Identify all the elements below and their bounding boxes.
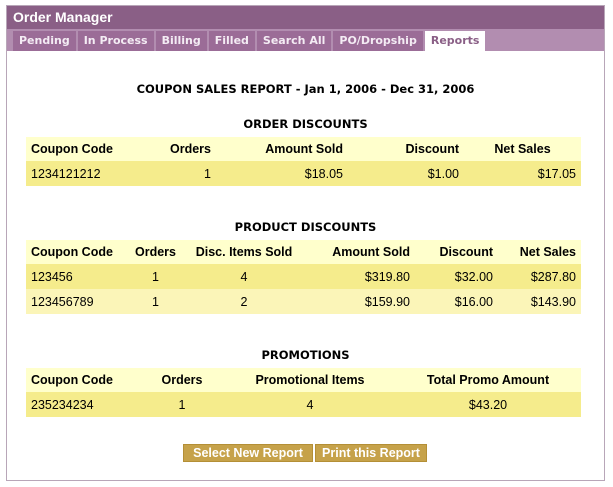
product-discounts-table: Coupon Code Orders Disc. Items Sold Amou… (26, 240, 581, 314)
column-header: Promotional Items (225, 368, 395, 392)
column-header: Coupon Code (26, 240, 128, 264)
net-sales-cell: $287.80 (498, 264, 581, 289)
total-promo-amount-cell: $43.20 (395, 392, 581, 417)
column-header: Orders (139, 368, 225, 392)
print-report-button[interactable]: Print this Report (315, 444, 427, 462)
tab-in-process[interactable]: In Process (77, 31, 154, 51)
promotional-items-cell: 4 (225, 392, 395, 417)
column-header: Net Sales (464, 137, 581, 161)
coupon-code-cell: 235234234 (26, 392, 139, 417)
disc-items-sold-cell: 4 (183, 264, 305, 289)
coupon-code-cell: 1234121212 (26, 161, 159, 186)
amount-sold-cell: $159.90 (305, 289, 415, 314)
table-header-row: Coupon Code Orders Disc. Items Sold Amou… (26, 240, 581, 264)
coupon-code-cell: 123456 (26, 264, 128, 289)
window-title: Order Manager (7, 6, 604, 29)
column-header: Total Promo Amount (395, 368, 581, 392)
amount-sold-cell: $319.80 (305, 264, 415, 289)
orders-cell: 1 (128, 264, 183, 289)
discount-cell: $32.00 (415, 264, 498, 289)
report-title: COUPON SALES REPORT - Jan 1, 2006 - Dec … (136, 82, 475, 96)
table-header-row: Coupon Code Orders Promotional Items Tot… (26, 368, 581, 392)
promotions-table: Coupon Code Orders Promotional Items Tot… (26, 368, 581, 417)
tab-pending[interactable]: Pending (13, 31, 76, 51)
orders-cell: 1 (159, 161, 216, 186)
column-header: Discount (415, 240, 498, 264)
column-header: Coupon Code (26, 137, 159, 161)
tab-reports[interactable]: Reports (424, 31, 486, 52)
tab-filled[interactable]: Filled (208, 31, 255, 51)
column-header: Orders (128, 240, 183, 264)
table-row: 123456 1 4 $319.80 $32.00 $287.80 (26, 264, 581, 289)
discount-cell: $16.00 (415, 289, 498, 314)
product-discounts-heading: PRODUCT DISCOUNTS (234, 220, 377, 234)
tab-search-all[interactable]: Search All (256, 31, 332, 51)
column-header: Coupon Code (26, 368, 139, 392)
net-sales-cell: $143.90 (498, 289, 581, 314)
tab-billing[interactable]: Billing (155, 31, 207, 51)
column-header: Net Sales (498, 240, 581, 264)
amount-sold-cell: $18.05 (216, 161, 348, 186)
column-header: Disc. Items Sold (183, 240, 305, 264)
order-discounts-table: Coupon Code Orders Amount Sold Discount … (26, 137, 581, 186)
disc-items-sold-cell: 2 (183, 289, 305, 314)
tab-po-dropship[interactable]: PO/Dropship (333, 31, 423, 51)
coupon-code-cell: 123456789 (26, 289, 128, 314)
column-header: Amount Sold (305, 240, 415, 264)
order-manager-window: Order Manager Pending In Process Billing… (6, 5, 605, 481)
select-new-report-button[interactable]: Select New Report (183, 444, 313, 462)
net-sales-cell: $17.05 (464, 161, 581, 186)
table-row: 1234121212 1 $18.05 $1.00 $17.05 (26, 161, 581, 186)
column-header: Amount Sold (216, 137, 348, 161)
promotions-heading: PROMOTIONS (261, 348, 350, 362)
orders-cell: 1 (139, 392, 225, 417)
column-header: Discount (348, 137, 464, 161)
tab-bar: Pending In Process Billing Filled Search… (7, 29, 604, 52)
order-discounts-heading: ORDER DISCOUNTS (243, 117, 368, 131)
column-header: Orders (159, 137, 216, 161)
table-header-row: Coupon Code Orders Amount Sold Discount … (26, 137, 581, 161)
orders-cell: 1 (128, 289, 183, 314)
table-row: 123456789 1 2 $159.90 $16.00 $143.90 (26, 289, 581, 314)
discount-cell: $1.00 (348, 161, 464, 186)
table-row: 235234234 1 4 $43.20 (26, 392, 581, 417)
